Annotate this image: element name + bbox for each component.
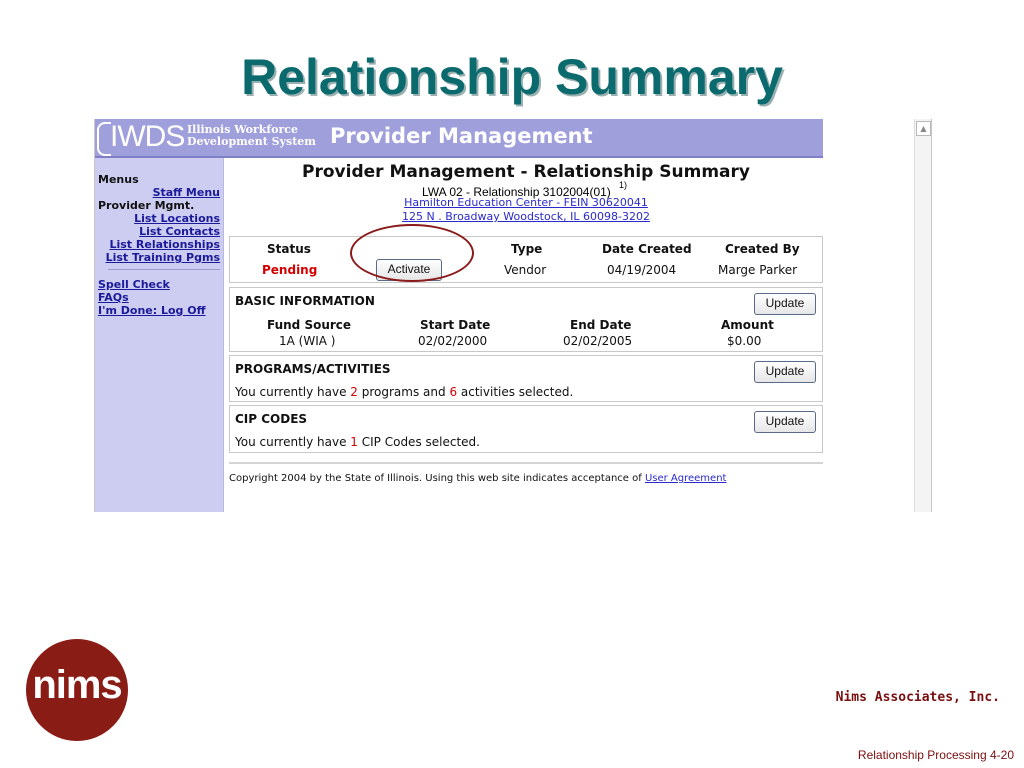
- nims-logo-text: nims: [32, 663, 122, 707]
- programs-text-a: You currently have: [235, 385, 351, 399]
- programs-activities-title: PROGRAMS/ACTIVITIES: [235, 362, 391, 376]
- copyright-text: Copyright 2004 by the State of Illinois.…: [229, 473, 726, 484]
- provider-link[interactable]: Hamilton Education Center - FEIN 3062004…: [229, 196, 823, 209]
- start-date-header: Start Date: [420, 318, 491, 332]
- nav-faqs-link[interactable]: FAQs: [98, 291, 129, 304]
- nav-list-relationships-link[interactable]: List Relationships: [109, 238, 220, 251]
- slide-footer: Relationship Processing 4-20: [857, 748, 1014, 762]
- end-date-value: 02/02/2005: [563, 334, 633, 348]
- cip-text-a: You currently have: [235, 435, 351, 449]
- cip-count: 1: [350, 435, 358, 449]
- page-heading: Provider Management - Relationship Summa…: [302, 162, 750, 182]
- programs-activities-panel: PROGRAMS/ACTIVITIES Update You currently…: [229, 355, 823, 402]
- copyright-body: Copyright 2004 by the State of Illinois.…: [229, 473, 645, 484]
- fund-source-value: 1A (WIA ): [279, 334, 336, 348]
- slide-title: Relationship Summary: [241, 49, 783, 105]
- cip-summary-text: You currently have 1 CIP Codes selected.: [235, 435, 480, 449]
- browser-screenshot: IWDS Illinois Workforce Development Syst…: [94, 119, 932, 512]
- date-created-header: Date Created: [602, 242, 692, 256]
- nav-list-locations-link[interactable]: List Locations: [134, 212, 220, 225]
- created-by-value: Marge Parker: [718, 263, 798, 277]
- status-panel: Status Type Date Created Created By Pend…: [229, 236, 823, 283]
- app-title: Provider Management: [330, 124, 593, 148]
- nav-separator: [108, 269, 220, 270]
- programs-count: 2: [350, 385, 358, 399]
- fund-source-header: Fund Source: [267, 318, 352, 332]
- logo-subtitle: Illinois Workforce Development System: [187, 124, 316, 148]
- status-header: Status: [267, 242, 311, 256]
- programs-text-c: activities selected.: [457, 385, 574, 399]
- scroll-up-arrow-icon[interactable]: ▲: [916, 121, 931, 136]
- created-by-header: Created By: [725, 242, 800, 256]
- programs-summary-text: You currently have 2 programs and 6 acti…: [235, 385, 573, 399]
- basic-information-panel: BASIC INFORMATION Update Fund Source Sta…: [229, 287, 823, 352]
- nav-list-training-link[interactable]: List Training Pgms: [106, 251, 220, 264]
- activate-annotation-circle: [350, 224, 474, 282]
- end-date-header: End Date: [570, 318, 632, 332]
- nav-logoff-link[interactable]: I'm Done: Log Off: [98, 304, 206, 317]
- start-date-value: 02/02/2000: [418, 334, 488, 348]
- nims-logo: nims: [26, 639, 128, 741]
- type-value: Vendor: [504, 263, 547, 277]
- cip-update-button[interactable]: Update: [754, 411, 816, 433]
- basic-information-update-button[interactable]: Update: [754, 293, 816, 315]
- company-name: Nims Associates, Inc.: [835, 690, 1000, 705]
- vertical-scrollbar[interactable]: ▲: [914, 119, 931, 512]
- amount-value: $0.00: [727, 334, 762, 348]
- iwds-logo-bracket-icon: [97, 122, 111, 156]
- nav-spell-check-link[interactable]: Spell Check: [98, 278, 170, 291]
- programs-text-b: programs and: [357, 385, 450, 399]
- left-navigation: Menus Staff Menu Provider Mgmt. List Loc…: [95, 158, 224, 512]
- cip-codes-panel: CIP CODES Update You currently have 1 CI…: [229, 405, 823, 453]
- nav-list-contacts-link[interactable]: List Contacts: [139, 225, 220, 238]
- type-header: Type: [511, 242, 543, 256]
- amount-header: Amount: [721, 318, 774, 332]
- iwds-logo: IWDS: [110, 120, 185, 153]
- user-agreement-link[interactable]: User Agreement: [645, 473, 727, 484]
- date-created-value: 04/19/2004: [607, 263, 677, 277]
- footer-divider: [229, 462, 823, 464]
- nav-menus-label: Menus: [98, 173, 139, 186]
- address-link[interactable]: 125 N . Broadway Woodstock, IL 60098-320…: [229, 210, 823, 223]
- cip-text-b: CIP Codes selected.: [357, 435, 480, 449]
- app-banner: IWDS Illinois Workforce Development Syst…: [95, 119, 823, 156]
- basic-information-title: BASIC INFORMATION: [235, 294, 375, 308]
- programs-update-button[interactable]: Update: [754, 361, 816, 383]
- status-value: Pending: [262, 263, 318, 277]
- nav-provider-label: Provider Mgmt.: [98, 199, 195, 212]
- relationship-overlay-mark: 1): [619, 180, 628, 190]
- nav-staff-menu-link[interactable]: Staff Menu: [153, 186, 220, 199]
- cip-codes-title: CIP CODES: [235, 412, 308, 426]
- logo-subtitle-line2: Development System: [187, 135, 316, 148]
- activities-count: 6: [449, 385, 458, 399]
